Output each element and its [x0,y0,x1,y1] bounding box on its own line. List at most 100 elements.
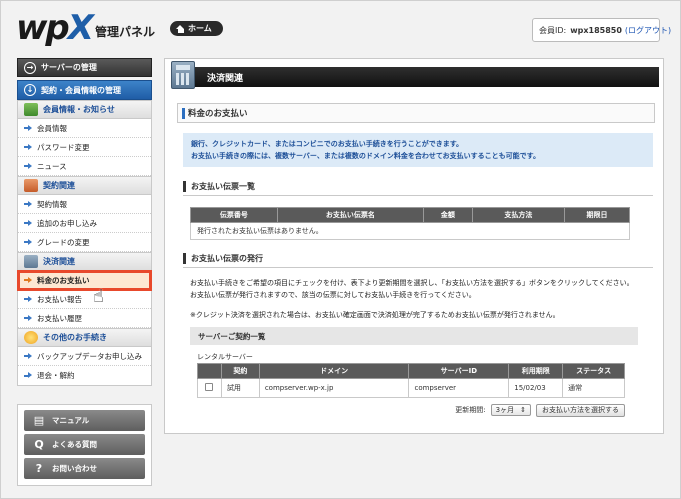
member-id: wpx185850 [570,25,622,35]
notice-line: 銀行、クレジットカード、またはコンビニでのお支払い手続きを行うことができます。 [191,140,464,148]
server-id-cell: compserver [408,378,510,398]
sidebar-item-password[interactable]: パスワード変更 [18,138,151,157]
column-header: ドメイン [258,363,410,379]
arrow-icon [24,200,32,208]
sidebar-item-label: バックアップデータお申し込み [37,351,142,361]
faq-button[interactable]: Q よくある質問 [24,434,145,455]
member-info: 会員ID: wpx185850 (ログアウト) [532,18,671,42]
faq-label: よくある質問 [52,440,97,449]
table-row: 試用 compserver.wp-x.jp compserver 15/02/0… [197,378,625,398]
sidebar-item-payment-history[interactable]: お支払い履歴 [18,309,151,328]
panel-title: 管理パネル [95,25,156,39]
sidebar-item-label: 契約情報 [37,199,67,209]
empty-message: 発行されたお支払い伝票はありません。 [190,222,630,240]
sidebar-item-member-info[interactable]: 会員情報 [18,119,151,138]
issue-heading: お支払い伝票の発行 [183,250,653,268]
hand-cursor-icon: ☝ [93,286,104,307]
home-button[interactable]: ホーム [170,21,223,36]
arrow-icon [24,276,32,284]
faq-icon: Q [34,438,44,451]
arrow-icon [24,372,32,379]
arrow-icon [24,352,32,360]
section-heading: 料金のお支払い [177,103,655,123]
calculator-icon [171,61,195,89]
sidebar-menu: 会員情報・お知らせ 会員情報 パスワード変更 ニュース 契約関連 契約情報 追加… [17,100,152,386]
category-member-info: 会員情報・お知らせ [18,100,151,119]
credit-note: ※クレジット決済を選択された場合は、お支払い確定画面で決済処理が完了するためお支… [190,311,560,319]
page-title-text: 決済関連 [207,73,244,84]
sidebar-item-payment[interactable]: 料金のお支払い [17,270,152,291]
sidebar-item-grade-change[interactable]: グレードの変更 [18,233,151,252]
contract-manage-label: 契約・会員情報の管理 [41,85,121,95]
sidebar-item-additional-order[interactable]: 追加のお申し込み [18,214,151,233]
select-payment-button[interactable]: お支払い方法を選択する [536,403,625,417]
column-header: 期限日 [563,207,631,223]
category-contract: 契約関連 [18,176,151,195]
arrow-icon [24,124,32,132]
home-icon [176,24,185,33]
bulb-icon [24,331,38,344]
arrow-icon [24,219,32,227]
column-header: お支払い伝票名 [276,207,425,223]
question-icon: ? [35,462,43,475]
domain-cell: compserver.wp-x.jp [258,378,410,398]
table-row: 発行されたお支払い伝票はありません。 [190,222,630,240]
period-select[interactable]: 3ヶ月 ⇕ [490,404,531,416]
sidebar-item-label: 退会・解約 [37,371,75,380]
arrow-icon [24,162,32,170]
wpx-logo[interactable]: wpX [16,10,94,46]
calculator-icon [24,255,38,268]
arrow-icon [24,295,32,303]
sidebar-item-label: 会員情報 [37,123,67,133]
user-icon [24,103,38,116]
select-arrows-icon: ⇕ [520,406,526,414]
column-header: 支払方法 [471,207,565,223]
category-label: 会員情報・お知らせ [43,105,115,114]
server-manage-label: サーバーの管理 [41,63,97,72]
sidebar-item-news[interactable]: ニュース [18,157,151,176]
arrow-icon [24,143,32,151]
sidebar-item-label: お支払い報告 [37,294,82,304]
contract-type: 試用 [220,378,260,398]
column-header [197,363,222,379]
category-label: その他のお手続き [43,333,107,342]
contact-button[interactable]: ? お問い合わせ [24,458,145,479]
sidebar-item-contract-info[interactable]: 契約情報 [18,195,151,214]
main-panel: 決済関連 料金のお支払い 銀行、クレジットカード、またはコンビニでのお支払い手続… [164,58,664,434]
sidebar-item-label: お支払い履歴 [37,313,82,323]
category-label: 決済関連 [43,257,75,266]
category-payment: 決済関連 [18,252,151,271]
contract-checkbox[interactable] [205,383,214,391]
notice-line: お支払い手続きの際には、複数サーバー、または複数のドメイン料金を合わせてお支払い… [191,152,540,160]
manual-label: マニュアル [52,416,90,425]
rental-server-label: レンタルサーバー [197,353,253,361]
column-header: サーバーID [408,363,510,379]
logout-link[interactable]: (ログアウト) [625,25,671,36]
manual-button[interactable]: ▤ マニュアル [24,410,145,431]
sidebar-item-backup[interactable]: バックアップデータお申し込み [18,347,151,366]
sidebar: → サーバーの管理 ↓ 契約・会員情報の管理 会員情報・お知らせ 会員情報 パス… [17,58,152,386]
contract-manage-button[interactable]: ↓ 契約・会員情報の管理 [17,80,152,100]
server-manage-button[interactable]: → サーバーの管理 [17,58,152,77]
sidebar-item-label: グレードの変更 [37,237,90,247]
category-label: 契約関連 [43,181,75,190]
instruction-line: お支払い伝票が発行されますので、該当の伝票に対してお支払い手続きを行ってください… [190,291,476,299]
category-other: その他のお手続き [18,328,151,347]
arrow-down-circle-icon: ↓ [24,84,36,96]
member-id-label: 会員ID: [539,25,567,35]
arrow-icon [24,238,32,246]
column-header: 金額 [423,207,473,223]
status-cell: 通常 [562,378,625,398]
expiry-cell: 15/02/03 [508,378,564,398]
contract-table: 契約 ドメイン サーバーID 利用期限 ステータス 試用 compserver.… [197,363,625,398]
column-header: 伝票番号 [190,207,278,223]
book-icon: ▤ [33,414,45,427]
arrow-right-circle-icon: → [24,61,36,74]
payment-controls: 更新期間: 3ヶ月 ⇕ お支払い方法を選択する [197,402,625,418]
sidebar-item-payment-report[interactable]: お支払い報告 [18,290,151,309]
sidebar-item-label: ニュース [37,161,67,171]
info-notice: 銀行、クレジットカード、またはコンビニでのお支払い手続きを行うことができます。 … [183,133,653,167]
sidebar-item-cancel[interactable]: 退会・解約 [18,366,151,385]
sidebar-item-label: 追加のお申し込み [37,218,97,228]
period-label: 更新期間: [455,406,486,414]
